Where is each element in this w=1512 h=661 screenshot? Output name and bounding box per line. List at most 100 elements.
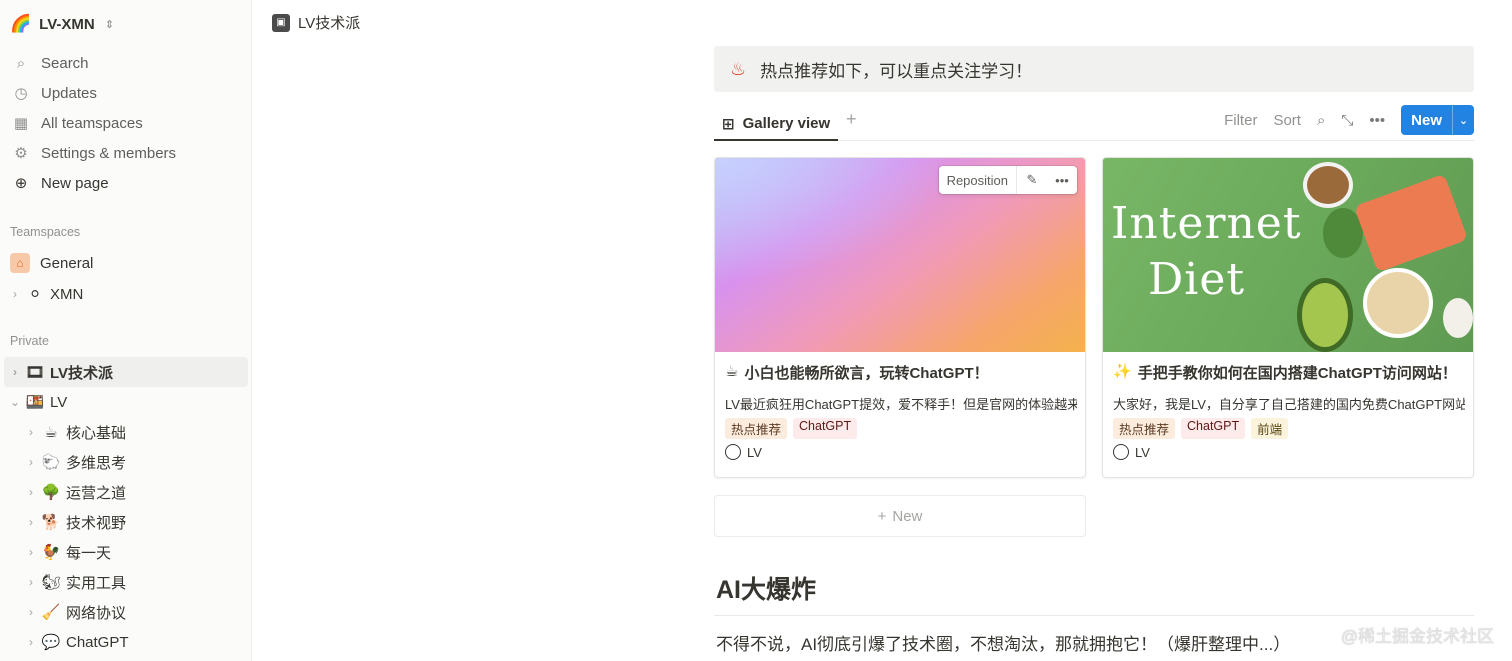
chevron-right-icon[interactable]: › (24, 545, 38, 559)
rainbow-icon: 🌈 (10, 14, 32, 33)
sidebar-item-tech-vision[interactable]: › 🐕 技术视野 (4, 507, 248, 537)
chevron-right-icon[interactable]: › (24, 515, 38, 529)
breadcrumb[interactable]: ▣ LV技术派 (272, 12, 360, 33)
card-title-text: 手把手教你如何在国内搭建ChatGPT访问网站！ (1137, 365, 1457, 382)
sidebar-item-label: 多维思考 (66, 454, 127, 472)
callout-block[interactable]: ♨ 热点推荐如下，可以重点关注学习！ (714, 46, 1474, 92)
sidebar-item-network[interactable]: › 🧹 网络协议 (4, 597, 248, 627)
gallery-card[interactable]: Reposition ✎ ••• ☕ 小白也能畅所欲言，玩转ChatGPT！ L… (714, 157, 1086, 478)
cover-actions: Reposition ✎ ••• (938, 166, 1077, 194)
film-icon: ▣ (272, 13, 290, 32)
chevron-right-icon[interactable]: › (24, 635, 38, 649)
sparkles-icon: ✨ (1113, 363, 1132, 380)
view-toolbar: ⊞ Gallery view + Filter Sort ⌕ ⤡ ••• New… (714, 100, 1474, 141)
sidebar-item-label: 核心基础 (66, 424, 127, 442)
food-decoration (1353, 173, 1469, 273)
food-decoration (1297, 278, 1353, 352)
new-button-label[interactable]: New (1401, 105, 1452, 135)
chevron-right-icon[interactable]: › (8, 365, 22, 379)
moon-icon: ⚪ (28, 286, 42, 303)
sidebar-item-thinking[interactable]: › 🐑 多维思考 (4, 447, 248, 477)
chevron-right-icon[interactable]: › (24, 485, 38, 499)
view-tools: Filter Sort ⌕ ⤡ ••• New ⌄ (1224, 105, 1474, 135)
plus-icon: + (877, 507, 887, 525)
tag: 热点推荐 (725, 418, 788, 439)
speech-bubble-icon: 💬 (41, 634, 61, 651)
film-icon: 🎞 (25, 364, 45, 381)
edit-icon[interactable]: ✎ (1017, 172, 1047, 188)
card-title-text: 小白也能畅所欲言，玩转ChatGPT！ (744, 365, 989, 382)
sidebar-item-tools[interactable]: › 🐿 实用工具 (4, 567, 248, 597)
tab-label: Gallery view (742, 115, 831, 132)
workspace-name: LV-XMN (39, 15, 95, 33)
reposition-button[interactable]: Reposition (939, 166, 1017, 194)
tag: ChatGPT (1181, 418, 1246, 439)
plus-circle-icon: ⊕ (14, 175, 28, 192)
search-icon: ⌕ (16, 54, 26, 72)
sidebar-item-xmn[interactable]: › ⚪ XMN (4, 279, 248, 309)
sheep-icon: 🐑 (41, 454, 61, 471)
sidebar-item-lv-tech[interactable]: › 🎞 LV技术派 (4, 357, 248, 387)
nav-new-page[interactable]: ⊕ New page (0, 168, 248, 198)
card-owner: LV (1113, 444, 1150, 460)
coffee-icon: ☕ (725, 363, 739, 380)
card-title[interactable]: ☕ 小白也能畅所欲言，玩转ChatGPT！ (725, 362, 989, 383)
food-decoration (1443, 298, 1473, 338)
chevron-right-icon[interactable]: › (24, 575, 38, 589)
search-icon[interactable]: ⌕ (1317, 112, 1325, 129)
card-title[interactable]: ✨ 手把手教你如何在国内搭建ChatGPT访问网站！ (1113, 362, 1457, 383)
chevron-down-icon[interactable]: ⌄ (1452, 105, 1474, 135)
filter-button[interactable]: Filter (1224, 112, 1257, 129)
paragraph[interactable]: 不得不说，AI彻底引爆了技术圈，不想淘汰，那就拥抱它！（爆肝整理中...） (716, 630, 1290, 655)
new-button[interactable]: New ⌄ (1401, 105, 1474, 135)
bento-icon: 🍱 (25, 394, 45, 411)
sidebar-item-lv[interactable]: ⌄ 🍱 LV (4, 387, 248, 417)
workspace-switcher[interactable]: 🌈 LV-XMN ⇕ (10, 12, 114, 36)
home-icon: ⌂ (10, 253, 30, 273)
nav-settings-members[interactable]: ⚙ Settings & members (0, 138, 248, 168)
expand-icon[interactable]: ⤡ (1341, 112, 1353, 129)
tab-gallery-view[interactable]: ⊞ Gallery view (714, 108, 839, 141)
sidebar-item-operations[interactable]: › 🌳 运营之道 (4, 477, 248, 507)
gallery-card[interactable]: Internet Diet ✨ 手把手教你如何在国内搭建ChatGPT访问网站！… (1102, 157, 1474, 478)
rooster-icon: 🐓 (41, 544, 61, 561)
avatar (725, 444, 741, 460)
more-icon[interactable]: ••• (1047, 173, 1077, 188)
nav-search[interactable]: ⌕ Search (0, 48, 248, 78)
clock-icon: ◷ (14, 85, 28, 102)
squirrel-icon: 🐿 (41, 574, 61, 591)
chevron-right-icon[interactable]: › (24, 455, 38, 469)
sidebar-item-label: 实用工具 (66, 574, 127, 592)
avatar (1113, 444, 1129, 460)
sidebar-item-chatgpt[interactable]: › 💬 ChatGPT (4, 627, 248, 657)
sort-button[interactable]: Sort (1273, 112, 1301, 129)
chevron-updown-icon: ⇕ (104, 18, 114, 31)
more-icon[interactable]: ••• (1369, 112, 1385, 129)
sidebar-item-every-day[interactable]: › 🐓 每一天 (4, 537, 248, 567)
sidebar-item-core-basics[interactable]: › ☕ 核心基础 (4, 417, 248, 447)
dog-icon: 🐕 (41, 514, 61, 531)
nav-updates[interactable]: ◷ Updates (0, 78, 248, 108)
broom-icon: 🧹 (41, 604, 61, 621)
sidebar-item-label: XMN (50, 285, 84, 303)
breadcrumb-label: LV技术派 (298, 15, 361, 32)
new-card-button[interactable]: + New (714, 495, 1086, 537)
chevron-right-icon[interactable]: › (8, 287, 22, 301)
add-view-button[interactable]: + (846, 109, 857, 130)
chevron-right-icon[interactable]: › (24, 425, 38, 439)
sidebar-item-label: ChatGPT (66, 633, 129, 651)
chevron-down-icon[interactable]: ⌄ (8, 395, 22, 409)
nav-label: Search (41, 54, 89, 72)
tag: 前端 (1251, 418, 1289, 439)
card-description: 大家好，我是LV，自分享了自己搭建的国内免费ChatGPT网站之 (1113, 397, 1465, 412)
nav-label: New page (41, 174, 109, 192)
section-heading[interactable]: AI大爆炸 (716, 570, 816, 606)
teamspaces-header: Teamspaces (10, 225, 81, 239)
sidebar-item-label: 每一天 (66, 544, 112, 562)
food-decoration (1303, 162, 1353, 208)
nav-all-teamspaces[interactable]: ▦ All teamspaces (0, 108, 248, 138)
chevron-right-icon[interactable]: › (24, 605, 38, 619)
sidebar-item-general[interactable]: ⌂ General (4, 248, 248, 278)
sidebar: 🌈 LV-XMN ⇕ ⌕ Search ◷ Updates ▦ All team… (0, 0, 252, 661)
watermark: @稀土掘金技术社区 (1340, 627, 1494, 646)
